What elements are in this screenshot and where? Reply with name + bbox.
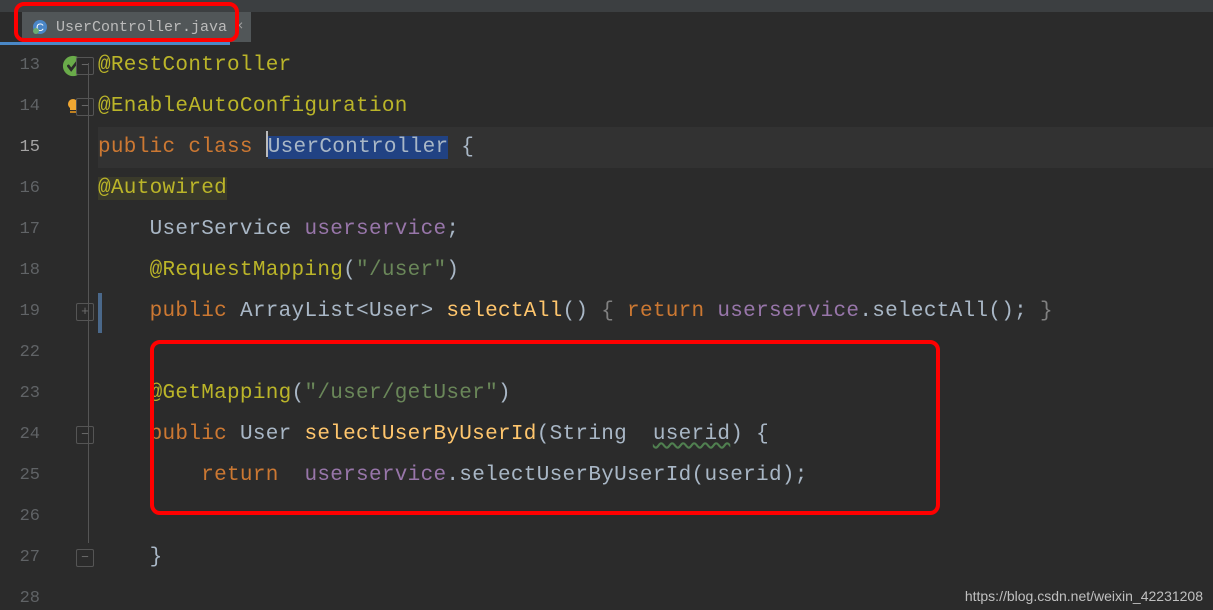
java-class-icon: C (32, 19, 48, 35)
fold-collapse-icon[interactable] (76, 426, 94, 444)
line-number: 16 (0, 168, 40, 209)
code-line[interactable]: UserService userservice; (98, 209, 1213, 250)
tab-close-icon[interactable]: × (235, 20, 243, 34)
code-line[interactable] (98, 332, 1213, 373)
line-number: 14 (0, 86, 40, 127)
fold-expand-icon[interactable] (76, 303, 94, 321)
fold-collapse-icon[interactable] (76, 57, 94, 75)
line-number: 22 (0, 332, 40, 373)
line-number: 18 (0, 250, 40, 291)
line-number: 19 (0, 291, 40, 332)
line-number-gutter: 13 14 15 16 17 18 19 22 23 24 25 26 27 2… (0, 45, 48, 610)
tab-filename: UserController.java (56, 19, 227, 36)
line-number: 24 (0, 414, 40, 455)
change-marker (98, 293, 102, 333)
fold-guide-line (88, 63, 89, 543)
code-line[interactable]: public User selectUserByUserId(String us… (98, 414, 1213, 455)
watermark-text: https://blog.csdn.net/weixin_42231208 (965, 588, 1203, 604)
line-number: 23 (0, 373, 40, 414)
code-editor[interactable]: 13 14 15 16 17 18 19 22 23 24 25 26 27 2… (0, 45, 1213, 610)
code-line[interactable] (98, 496, 1213, 537)
editor-window: C UserController.java × 13 14 15 16 17 1… (0, 0, 1213, 610)
line-number: 17 (0, 209, 40, 250)
code-line[interactable]: return userservice.selectUserByUserId(us… (98, 455, 1213, 496)
editor-tab-bar: C UserController.java × (0, 12, 1213, 42)
code-line[interactable]: public class UserController { (98, 127, 1213, 168)
line-number: 15 (0, 127, 40, 168)
code-line[interactable]: @GetMapping("/user/getUser") (98, 373, 1213, 414)
fold-collapse-icon[interactable] (76, 98, 94, 116)
selected-identifier: UserController (268, 136, 449, 159)
code-line[interactable]: @RequestMapping("/user") (98, 250, 1213, 291)
code-line[interactable]: @EnableAutoConfiguration (98, 86, 1213, 127)
line-number: 25 (0, 455, 40, 496)
code-line[interactable]: public ArrayList<User> selectAll() { ret… (98, 291, 1213, 332)
gutter-icon-column (48, 45, 98, 610)
line-number: 13 (0, 45, 40, 86)
code-area[interactable]: @RestController @EnableAutoConfiguration… (98, 45, 1213, 610)
line-number: 26 (0, 496, 40, 537)
fold-collapse-icon[interactable] (76, 549, 94, 567)
line-number: 27 (0, 537, 40, 578)
editor-tab[interactable]: C UserController.java × (22, 12, 251, 42)
code-line[interactable]: } (98, 537, 1213, 578)
window-top-strip (0, 0, 1213, 12)
code-line[interactable]: @Autowired (98, 168, 1213, 209)
line-number: 28 (0, 578, 40, 610)
code-line[interactable]: @RestController (98, 45, 1213, 86)
